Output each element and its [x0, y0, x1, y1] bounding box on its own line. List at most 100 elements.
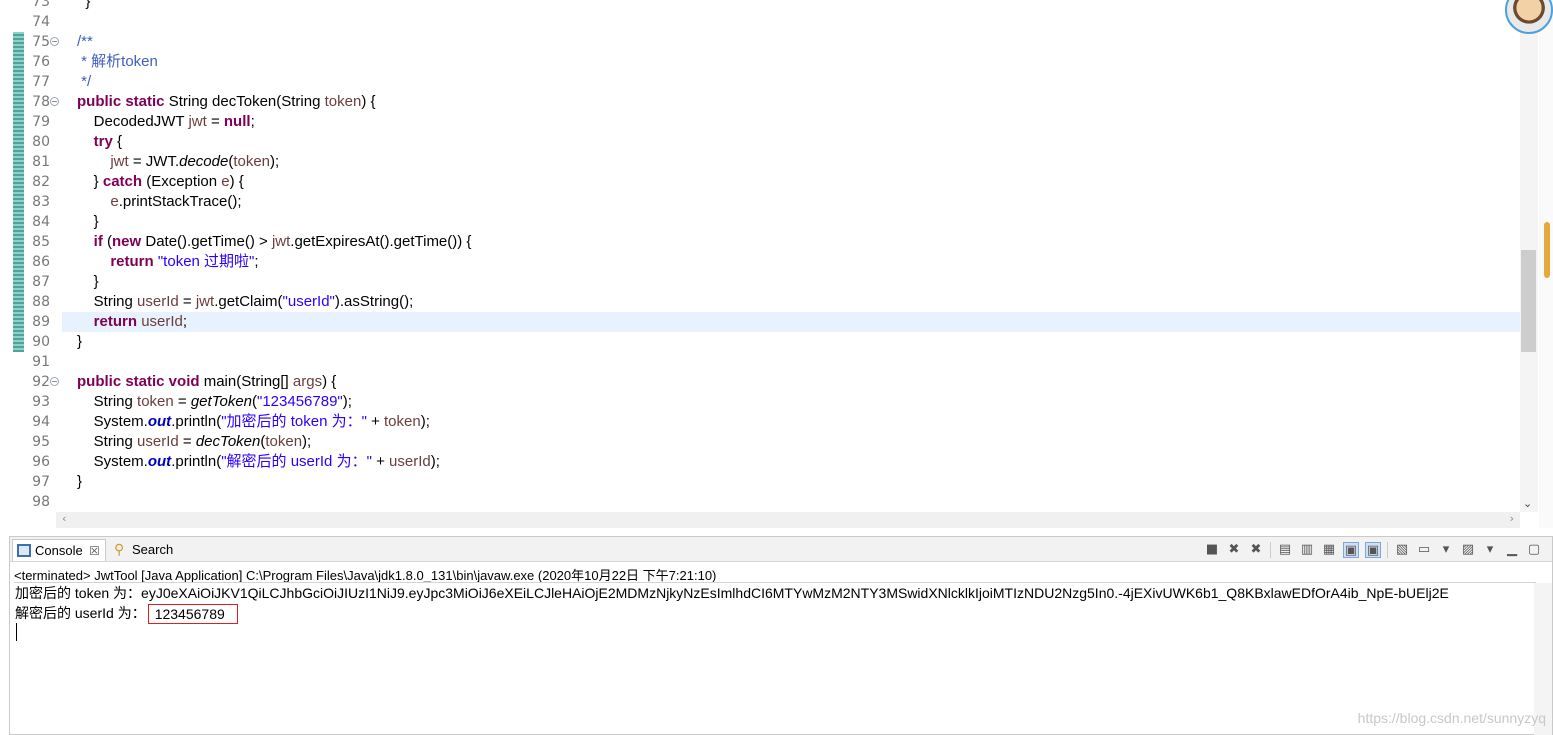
- chevron-down-icon[interactable]: ▾: [1482, 542, 1498, 558]
- code-lines[interactable]: 73 } 74 75−/** 76 * 解析token 77 */78− public s…: [0, 0, 1520, 512]
- fold-toggle-icon[interactable]: −: [50, 97, 59, 106]
- line-number: 81: [32, 154, 50, 170]
- output-token-value: eyJ0eXAiOiJKV1QiLCJhbGciOiJIUzI1NiJ9.eyJ…: [141, 585, 1449, 601]
- clear-console-icon[interactable]: ▦: [1321, 542, 1337, 558]
- code-line[interactable]: 87 }: [0, 272, 1520, 292]
- code-text[interactable]: } catch (Exception e) {: [77, 172, 244, 192]
- tab-search[interactable]: ⚲ Search: [110, 539, 180, 561]
- line-number: 73: [32, 0, 50, 10]
- code-line[interactable]: 86 return "token 过期啦";: [0, 252, 1520, 272]
- code-text[interactable]: }: [77, 0, 90, 12]
- code-text[interactable]: */: [77, 72, 91, 92]
- remove-launch-icon[interactable]: ✖: [1226, 542, 1242, 558]
- console-view: Console ☒ ⚲ Search ■ ✖ ✖ ▤ ▥ ▦ ▣ ▣ ▧ ▭ ▾…: [9, 536, 1553, 735]
- code-line[interactable]: 97}: [0, 472, 1520, 492]
- line-number: 83: [32, 194, 50, 210]
- code-text[interactable]: }: [77, 472, 82, 492]
- line-number: 94: [32, 414, 50, 430]
- code-line[interactable]: 80 try {: [0, 132, 1520, 152]
- word-wrap-icon[interactable]: ▥: [1299, 542, 1315, 558]
- code-line[interactable]: 94 System.out.println("加密后的 token 为：" + …: [0, 412, 1520, 432]
- code-text[interactable]: /**: [77, 32, 93, 52]
- minimize-icon[interactable]: ▁: [1504, 542, 1520, 558]
- code-line[interactable]: 91: [0, 352, 1520, 372]
- console-output-line[interactable]: 加密后的 token 为：eyJ0eXAiOiJKV1QiLCJhbGciOiJ…: [15, 583, 1449, 603]
- scroll-down-arrow-icon[interactable]: ⌄: [1523, 497, 1532, 510]
- toolbar-separator: [1387, 542, 1388, 558]
- maximize-icon[interactable]: ▢: [1526, 542, 1542, 558]
- close-icon[interactable]: ☒: [89, 540, 100, 562]
- code-text[interactable]: public static String decToken(String tok…: [77, 92, 376, 112]
- code-line[interactable]: 78− public static String decToken(String …: [0, 92, 1520, 112]
- fold-toggle-icon[interactable]: −: [50, 37, 59, 46]
- line-number: 78: [32, 94, 50, 110]
- code-text[interactable]: public static void main(String[] args) {: [77, 372, 336, 392]
- code-text[interactable]: * 解析token: [77, 52, 158, 72]
- watermark-text: https://blog.csdn.net/sunnyzyq: [1357, 710, 1546, 726]
- line-number: 82: [32, 174, 50, 190]
- code-text[interactable]: e.printStackTrace();: [77, 192, 241, 212]
- code-line[interactable]: 96 System.out.println("解密后的 userId 为：" +…: [0, 452, 1520, 472]
- code-text[interactable]: String userId = decToken(token);: [77, 432, 312, 452]
- code-editor[interactable]: 73 } 74 75−/** 76 * 解析token 77 */78− public s…: [0, 0, 1553, 528]
- code-line[interactable]: 93 String token = getToken("123456789");: [0, 392, 1520, 412]
- code-text[interactable]: return userId;: [77, 312, 187, 332]
- code-line[interactable]: 73 }: [0, 0, 1520, 12]
- line-number: 93: [32, 394, 50, 410]
- console-output-line[interactable]: 解密后的 userId 为： 123456789: [15, 603, 238, 625]
- code-text[interactable]: }: [77, 212, 99, 232]
- code-line[interactable]: 88 String userId = jwt.getClaim("userId"…: [0, 292, 1520, 312]
- code-line[interactable]: 81 jwt = JWT.decode(token);: [0, 152, 1520, 172]
- code-text[interactable]: DecodedJWT jwt = null;: [77, 112, 255, 132]
- highlighted-user-id-value: 123456789: [147, 604, 238, 625]
- code-text[interactable]: if (new Date().getTime() > jwt.getExpire…: [77, 232, 472, 252]
- toolbar-separator: [1270, 542, 1271, 558]
- line-number: 77: [32, 74, 50, 90]
- code-line[interactable]: 76 * 解析token: [0, 52, 1520, 72]
- open-console-icon[interactable]: ▨: [1460, 542, 1476, 558]
- chevron-down-icon[interactable]: ▾: [1438, 542, 1454, 558]
- code-line[interactable]: 77 */: [0, 72, 1520, 92]
- editor-horizontal-scrollbar[interactable]: ‹ ›: [56, 512, 1520, 528]
- line-number: 90: [32, 334, 50, 350]
- overview-ruler[interactable]: [1539, 0, 1553, 528]
- code-line[interactable]: 85 if (new Date().getTime() > jwt.getExp…: [0, 232, 1520, 252]
- show-stdout-icon[interactable]: ▣: [1343, 542, 1359, 558]
- editor-scroll-thumb[interactable]: [1521, 250, 1536, 352]
- code-text[interactable]: try {: [77, 132, 122, 152]
- code-line[interactable]: 75− /**: [0, 32, 1520, 52]
- remove-all-icon[interactable]: ✖: [1248, 542, 1264, 558]
- fold-toggle-icon[interactable]: −: [50, 377, 59, 386]
- code-line[interactable]: 90}: [0, 332, 1520, 352]
- scroll-right-arrow-icon[interactable]: ›: [1510, 512, 1514, 525]
- code-text[interactable]: }: [77, 332, 82, 352]
- code-line[interactable]: 83 e.printStackTrace();: [0, 192, 1520, 212]
- overview-ruler-marker[interactable]: [1544, 222, 1550, 278]
- code-text[interactable]: System.out.println("解密后的 userId 为：" + us…: [77, 452, 440, 472]
- line-number: 75: [32, 34, 50, 50]
- code-text[interactable]: }: [77, 272, 99, 292]
- show-stderr-icon[interactable]: ▣: [1365, 542, 1381, 558]
- code-text[interactable]: jwt = JWT.decode(token);: [77, 152, 279, 172]
- code-text[interactable]: String userId = jwt.getClaim("userId").a…: [77, 292, 414, 312]
- code-line[interactable]: 79 DecodedJWT jwt = null;: [0, 112, 1520, 132]
- code-text[interactable]: String token = getToken("123456789");: [77, 392, 352, 412]
- code-line[interactable]: 95 String userId = decToken(token);: [0, 432, 1520, 452]
- stop-icon[interactable]: ■: [1204, 542, 1220, 558]
- code-line[interactable]: 92− public static void main(String[] args…: [0, 372, 1520, 392]
- scroll-left-arrow-icon[interactable]: ‹: [62, 512, 66, 525]
- code-line[interactable]: 89 return userId;: [32, 312, 1520, 332]
- code-line[interactable]: 98: [0, 492, 1520, 512]
- display-console-icon[interactable]: ▭: [1416, 542, 1432, 558]
- pin-console-icon[interactable]: ▧: [1394, 542, 1410, 558]
- code-text[interactable]: System.out.println("加密后的 token 为：" + tok…: [77, 412, 430, 432]
- code-text[interactable]: return "token 过期啦";: [77, 252, 258, 272]
- line-number: 85: [32, 234, 50, 250]
- output-label: 加密后的 token 为：: [15, 585, 142, 601]
- editor-vertical-scrollbar[interactable]: ⌄: [1520, 0, 1538, 512]
- code-line[interactable]: 74: [0, 12, 1520, 32]
- scroll-lock-icon[interactable]: ▤: [1277, 542, 1293, 558]
- code-line[interactable]: 82 } catch (Exception e) {: [0, 172, 1520, 192]
- tab-console[interactable]: Console ☒: [12, 539, 106, 561]
- code-line[interactable]: 84 }: [0, 212, 1520, 232]
